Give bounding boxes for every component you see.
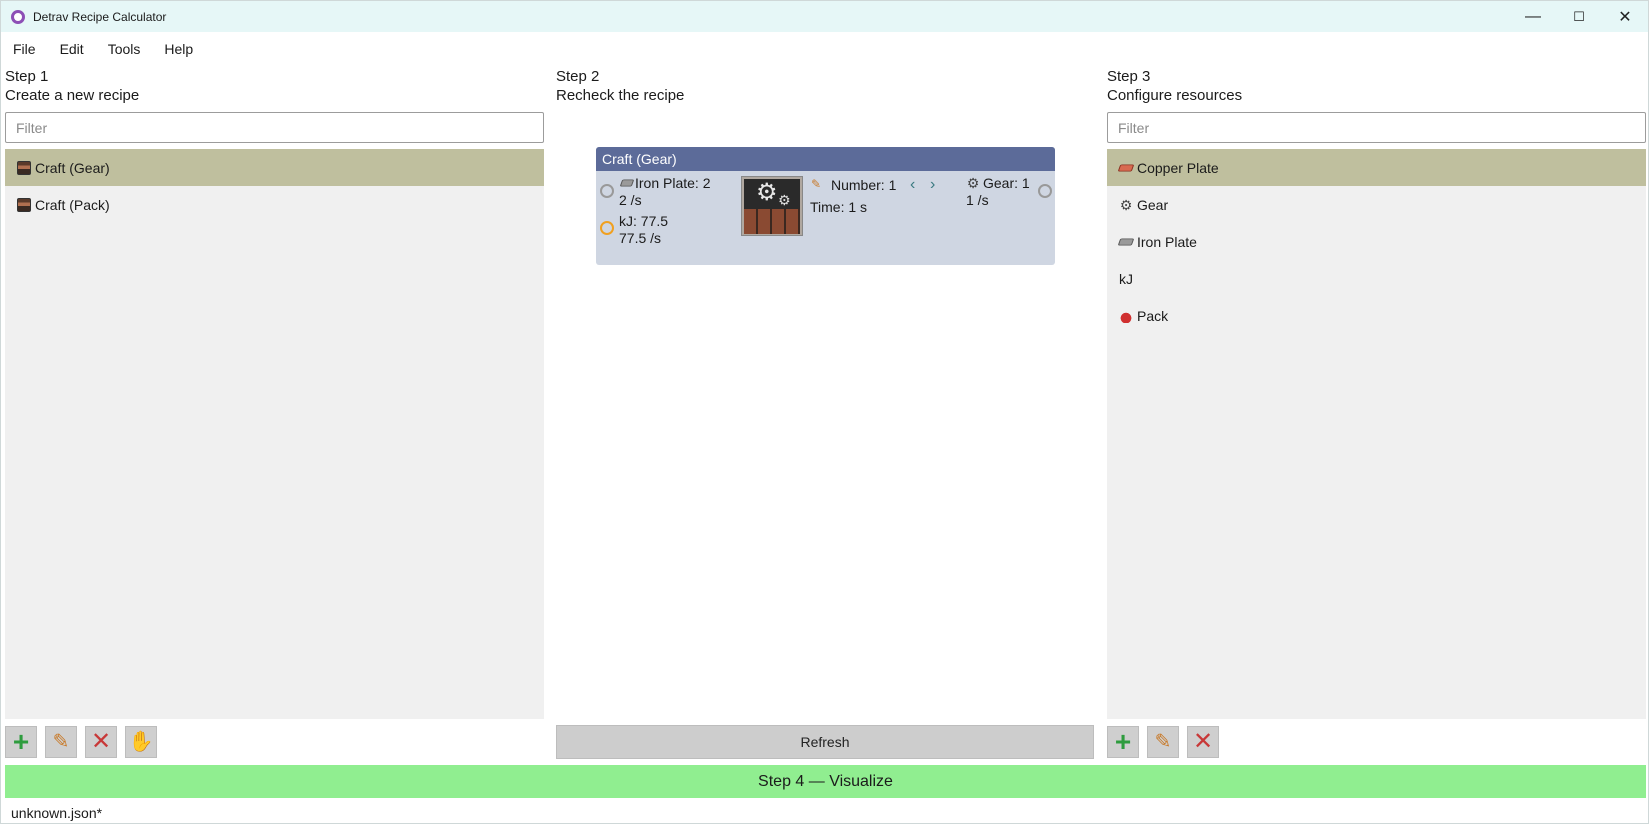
increase-number-icon[interactable]: › bbox=[930, 177, 935, 193]
maximize-button[interactable]: ☐ bbox=[1556, 1, 1602, 32]
plus-icon: + bbox=[12, 726, 30, 757]
menu-bar: File Edit Tools Help bbox=[1, 32, 1648, 66]
step1-subtitle: Create a new recipe bbox=[5, 87, 140, 104]
resource-item-pack[interactable]: Pack bbox=[1107, 297, 1646, 334]
refresh-button[interactable]: Refresh bbox=[556, 725, 1094, 759]
app-window: Detrav Recipe Calculator — ☐ ✕ File Edit… bbox=[0, 0, 1649, 824]
resource-item-label: Iron Plate bbox=[1137, 233, 1197, 250]
resource-item-copper-plate[interactable]: Copper Plate bbox=[1107, 149, 1646, 186]
step3-label: Step 3 bbox=[1107, 68, 1151, 85]
assembler-icon bbox=[17, 197, 31, 212]
gear-icon: ⚙ bbox=[1119, 196, 1133, 213]
app-icon bbox=[11, 9, 25, 24]
output-port-gear[interactable] bbox=[1038, 184, 1052, 198]
window-title: Detrav Recipe Calculator bbox=[33, 9, 167, 24]
output-gear-name: Gear: 1 bbox=[983, 175, 1030, 191]
resource-item-kj[interactable]: kJ bbox=[1107, 260, 1646, 297]
menu-edit[interactable]: Edit bbox=[48, 41, 96, 57]
delete-icon: ✕ bbox=[1192, 728, 1214, 755]
delete-recipe-button[interactable]: ✕ bbox=[85, 726, 117, 758]
add-resource-button[interactable]: + bbox=[1107, 726, 1139, 758]
resource-item-iron-plate[interactable]: Iron Plate bbox=[1107, 223, 1646, 260]
iron-plate-icon bbox=[1117, 238, 1135, 245]
plus-icon: + bbox=[1114, 726, 1132, 757]
step2-subtitle: Recheck the recipe bbox=[556, 87, 685, 104]
step3-subtitle: Configure resources bbox=[1107, 87, 1243, 104]
input-iron-plate-rate: 2 /s bbox=[619, 192, 642, 208]
recipe-filter-input[interactable] bbox=[5, 112, 544, 143]
output-gear: Gear: 1 1 /s bbox=[966, 175, 1030, 209]
delete-icon: ✕ bbox=[90, 728, 112, 755]
menu-help[interactable]: Help bbox=[152, 41, 205, 57]
visualize-button[interactable]: Step 4 — Visualize bbox=[5, 765, 1646, 798]
input-iron-plate-name: Iron Plate: 2 bbox=[635, 175, 711, 191]
recipe-card-title: Craft (Gear) bbox=[596, 147, 1055, 171]
pencil-icon: ✎ bbox=[1154, 731, 1172, 753]
resource-item-label: kJ bbox=[1119, 270, 1133, 287]
step1-header: Step 1 Create a new recipe bbox=[5, 67, 139, 105]
pack-icon bbox=[1119, 308, 1133, 323]
ok-hand-icon: ✋ bbox=[128, 731, 154, 753]
assembler-icon bbox=[17, 160, 31, 175]
menu-tools[interactable]: Tools bbox=[96, 41, 153, 57]
ok-recipe-button[interactable]: ✋ bbox=[125, 726, 157, 758]
assembler-machine-icon: ⚙ ⚙ bbox=[741, 176, 803, 236]
delete-resource-button[interactable]: ✕ bbox=[1187, 726, 1219, 758]
add-recipe-button[interactable]: + bbox=[5, 726, 37, 758]
minimize-button[interactable]: — bbox=[1510, 1, 1556, 32]
close-button[interactable]: ✕ bbox=[1602, 1, 1648, 32]
edit-number-icon[interactable]: ✎ bbox=[811, 177, 821, 191]
status-filename: unknown.json* bbox=[11, 805, 103, 821]
resource-item-gear[interactable]: ⚙ Gear bbox=[1107, 186, 1646, 223]
output-gear-rate: 1 /s bbox=[966, 192, 989, 208]
edit-resource-button[interactable]: ✎ bbox=[1147, 726, 1179, 758]
input-energy-rate: 77.5 /s bbox=[619, 230, 662, 246]
decrease-number-icon[interactable]: ‹ bbox=[910, 177, 915, 193]
step2-label: Step 2 bbox=[556, 68, 600, 85]
recipe-item-label: Craft (Pack) bbox=[35, 196, 110, 213]
number-label: Number: 1 bbox=[831, 177, 897, 193]
recipe-item-craft-gear[interactable]: Craft (Gear) bbox=[5, 149, 544, 186]
input-energy-name: kJ: 77.5 bbox=[619, 213, 669, 229]
input-energy: kJ: 77.5 77.5 /s bbox=[619, 213, 668, 247]
pencil-icon: ✎ bbox=[52, 731, 70, 753]
recipe-card[interactable]: Craft (Gear) Iron Plate: 2 2 /s kJ: 77.5… bbox=[596, 147, 1055, 265]
menu-file[interactable]: File bbox=[1, 41, 48, 57]
resource-item-label: Pack bbox=[1137, 307, 1169, 324]
resource-item-label: Gear bbox=[1137, 196, 1169, 213]
title-bar: Detrav Recipe Calculator — ☐ ✕ bbox=[1, 1, 1648, 32]
input-port-energy[interactable] bbox=[600, 221, 614, 235]
resource-list: Copper Plate ⚙ Gear Iron Plate kJ Pack bbox=[1107, 149, 1646, 719]
resource-filter-input[interactable] bbox=[1107, 112, 1646, 143]
step2-header: Step 2 Recheck the recipe bbox=[556, 67, 684, 105]
step3-header: Step 3 Configure resources bbox=[1107, 67, 1242, 105]
recipe-item-label: Craft (Gear) bbox=[35, 159, 110, 176]
resource-item-label: Copper Plate bbox=[1137, 159, 1219, 176]
recipe-item-craft-pack[interactable]: Craft (Pack) bbox=[5, 186, 544, 223]
input-iron-plate: Iron Plate: 2 2 /s bbox=[619, 175, 711, 209]
edit-recipe-button[interactable]: ✎ bbox=[45, 726, 77, 758]
input-port-iron-plate[interactable] bbox=[600, 184, 614, 198]
copper-plate-icon bbox=[1117, 164, 1135, 171]
time-label: Time: 1 s bbox=[810, 199, 868, 215]
step1-label: Step 1 bbox=[5, 68, 49, 85]
recipe-list: Craft (Gear) Craft (Pack) bbox=[5, 149, 544, 719]
